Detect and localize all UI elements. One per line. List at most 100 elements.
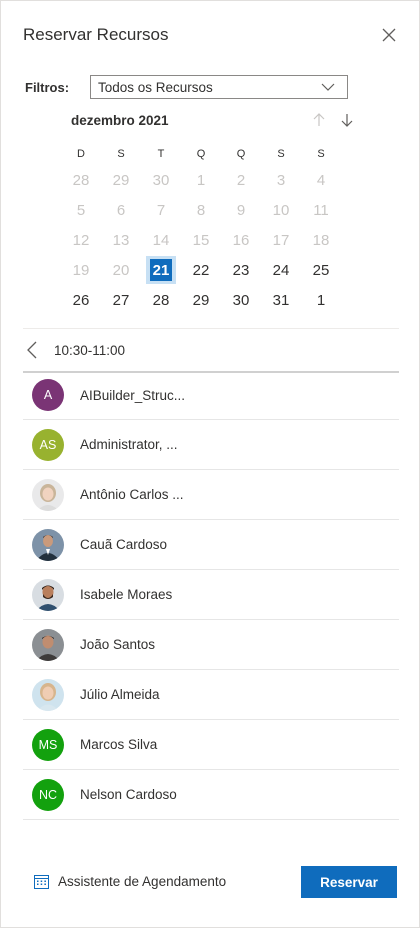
avatar <box>32 578 64 611</box>
calendar-day[interactable]: 22 <box>181 255 221 285</box>
calendar-day[interactable]: 7 <box>141 195 181 225</box>
calendar-day[interactable]: 8 <box>181 195 221 225</box>
calendar-day[interactable]: 29 <box>101 165 141 195</box>
calendar-day[interactable]: 19 <box>61 255 101 285</box>
calendar-day[interactable]: 30 <box>141 165 181 195</box>
calendar-day-number: 13 <box>112 231 130 249</box>
resource-name: Isabele Moraes <box>80 587 173 602</box>
scheduling-assistant-link[interactable]: Assistente de Agendamento <box>33 873 226 890</box>
chevron-down-icon <box>321 83 335 91</box>
resource-item[interactable]: Isabele Moraes <box>23 570 399 620</box>
calendar-week: 19 20 21 22 23 24 25 <box>61 255 341 285</box>
previous-month-icon[interactable] <box>311 112 327 128</box>
calendar-day-number: 27 <box>112 291 130 309</box>
calendar-day-number: 17 <box>272 231 290 249</box>
avatar: AS <box>32 428 64 461</box>
calendar-month: dezembro 2021 <box>71 113 169 128</box>
resource-item[interactable]: A AIBuilder_Struc... <box>23 371 399 420</box>
calendar-day[interactable]: 17 <box>261 225 301 255</box>
calendar-day[interactable]: 23 <box>221 255 261 285</box>
calendar-day[interactable]: 15 <box>181 225 221 255</box>
calendar-day-number: 28 <box>152 291 170 309</box>
calendar-day[interactable]: 13 <box>101 225 141 255</box>
back-chevron-icon[interactable] <box>25 340 39 360</box>
calendar-day[interactable]: 18 <box>301 225 341 255</box>
calendar-day-number: 25 <box>312 261 330 279</box>
resource-item[interactable]: MS Marcos Silva <box>23 720 399 770</box>
calendar-day-number: 26 <box>72 291 90 309</box>
resource-item[interactable]: João Santos <box>23 620 399 670</box>
calendar-day-number: 24 <box>272 261 290 279</box>
resource-name: Cauã Cardoso <box>80 537 168 552</box>
calendar-day[interactable]: 27 <box>101 285 141 315</box>
resource-name: AIBuilder_Struc... <box>80 387 186 403</box>
calendar-week: 12 13 14 15 16 17 18 <box>61 225 341 255</box>
calendar-day[interactable]: 31 <box>261 285 301 315</box>
avatar <box>32 628 64 661</box>
resource-item[interactable]: Antônio Carlos ... <box>23 470 399 520</box>
next-month-icon[interactable] <box>339 112 355 128</box>
calendar-week: 28 29 30 1 2 3 4 <box>61 165 341 195</box>
calendar-day[interactable]: 12 <box>61 225 101 255</box>
calendar-day[interactable]: 10 <box>261 195 301 225</box>
calendar-week: 5 6 7 8 9 10 11 <box>61 195 341 225</box>
avatar: A <box>32 379 64 411</box>
calendar-day[interactable]: 2 <box>221 165 261 195</box>
calendar-day-number: 3 <box>276 171 286 189</box>
calendar-day-number: 30 <box>232 291 250 309</box>
calendar-day[interactable]: 28 <box>141 285 181 315</box>
weekday-label: Q <box>236 148 246 160</box>
calendar-day-number: 12 <box>72 231 90 249</box>
calendar-day[interactable]: 5 <box>61 195 101 225</box>
calendar-day-number: 11 <box>313 201 329 219</box>
close-icon[interactable] <box>379 25 399 45</box>
avatar <box>32 528 64 561</box>
resource-item[interactable]: Cauã Cardoso <box>23 520 399 570</box>
calendar-day[interactable]: 30 <box>221 285 261 315</box>
calendar-day-number: 7 <box>156 201 166 219</box>
calendar-day[interactable]: 3 <box>261 165 301 195</box>
calendar-day-number: 29 <box>112 171 130 189</box>
reserve-button[interactable]: Reservar <box>301 866 397 898</box>
resource-item[interactable]: Júlio Almeida <box>23 670 399 720</box>
calendar-day-number: 28 <box>72 171 90 189</box>
calendar-day-number: 9 <box>236 201 246 219</box>
calendar-day[interactable]: 1 <box>301 285 341 315</box>
panel-title: Reservar Recursos <box>23 25 169 44</box>
calendar-day[interactable]: 29 <box>181 285 221 315</box>
calendar-day[interactable]: 20 <box>101 255 141 285</box>
calendar-day-number: 8 <box>196 201 206 219</box>
weekday-label: D <box>77 148 85 160</box>
calendar-day[interactable]: 11 <box>301 195 341 225</box>
avatar: MS <box>32 728 64 761</box>
calendar-day[interactable]: 9 <box>221 195 261 225</box>
weekday-label: S <box>317 148 325 160</box>
calendar-day[interactable]: 28 <box>61 165 101 195</box>
calendar-day[interactable]: 16 <box>221 225 261 255</box>
calendar-day[interactable]: 6 <box>101 195 141 225</box>
calendar-day-number: 21 <box>152 261 170 279</box>
resource-filter-dropdown[interactable]: Todos os Recursos <box>90 75 348 99</box>
weekday-label: T <box>157 148 165 160</box>
resource-item[interactable]: AS Administrator, ... <box>23 420 399 470</box>
calendar-day[interactable]: 4 <box>301 165 341 195</box>
resource-name: Nelson Cardoso <box>80 787 177 802</box>
weekday-label: Q <box>196 148 206 160</box>
resource-name: Júlio Almeida <box>80 687 160 702</box>
avatar: NC <box>32 778 64 811</box>
calendar-day[interactable]: 26 <box>61 285 101 315</box>
resource-filter-value: Todos os Recursos <box>98 80 213 95</box>
calendar-day[interactable]: 24 <box>261 255 301 285</box>
calendar-day[interactable]: 14 <box>141 225 181 255</box>
scheduling-assistant-label: Assistente de Agendamento <box>58 874 227 889</box>
calendar-day-selected[interactable]: 21 <box>141 255 181 285</box>
calendar-day[interactable]: 25 <box>301 255 341 285</box>
resource-name: Administrator, ... <box>80 437 178 452</box>
weekday-label: S <box>117 148 125 160</box>
calendar-day[interactable]: 1 <box>181 165 221 195</box>
calendar-day-number: 31 <box>272 291 290 309</box>
calendar-day-number: 23 <box>232 261 250 279</box>
weekday-header: DSTQQSS <box>61 143 341 165</box>
resource-item[interactable]: NC Nelson Cardoso <box>23 770 399 820</box>
calendar-day-number: 4 <box>316 171 326 189</box>
